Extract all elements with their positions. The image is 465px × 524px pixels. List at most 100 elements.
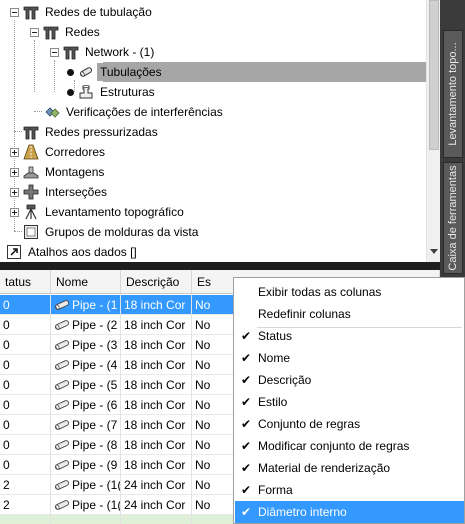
cell-name[interactable]: Pipe - (8 (51, 435, 121, 455)
cell-description[interactable]: 18 inch Cor (121, 455, 192, 475)
cell-name[interactable]: Pipe - (1( (51, 495, 121, 515)
scroll-down-arrow-icon[interactable] (430, 249, 438, 254)
column-header-descricao[interactable]: Descrição (121, 270, 192, 294)
tab-label: Levantamento topo... (447, 42, 459, 146)
menu-item-column-toggle[interactable]: ✔ Status (235, 325, 464, 347)
cell-status[interactable]: 0 (0, 295, 51, 315)
menu-item-label: Status (258, 329, 293, 343)
collapse-toggle[interactable] (10, 7, 19, 17)
tree-item-montagens[interactable]: Montagens (10, 162, 107, 182)
cell-description[interactable]: 24 inch Cor (121, 475, 192, 495)
menu-item-column-toggle[interactable]: ✔ Diâmetro interno (235, 501, 464, 523)
cell-name[interactable]: Pipe - (1 (51, 295, 121, 315)
cell-status[interactable]: 0 (0, 375, 51, 395)
cell-name[interactable]: Pipe - (7 (51, 415, 121, 435)
cell-description[interactable]: 18 inch Cor (121, 375, 192, 395)
pipe-icon (54, 460, 70, 470)
tree-item-label: Levantamento topográfico (45, 205, 184, 219)
cell-text: 18 inch Cor (124, 298, 186, 312)
cell-name[interactable]: Pipe - (9 (51, 455, 121, 475)
tree-item-label: Tubulações (97, 63, 165, 81)
checkmark-icon: ✔ (241, 483, 252, 497)
panel-splitter[interactable] (0, 262, 440, 270)
cell-text: No (195, 478, 211, 492)
collapse-toggle[interactable] (30, 27, 39, 37)
cell-status[interactable]: 2 (0, 495, 51, 515)
cell-status[interactable]: 0 (0, 315, 51, 335)
column-header-nome[interactable]: Nome (51, 270, 121, 294)
data-shortcuts-icon (7, 245, 21, 259)
cell-text: 18 inch Cor (124, 358, 186, 372)
cell-status[interactable]: 0 (0, 415, 51, 435)
column-header-status[interactable]: tatus (0, 270, 51, 294)
tree-item-grupos-de-molduras-da-vista[interactable]: Grupos de molduras da vista (23, 222, 201, 242)
cell-status[interactable]: 0 (0, 435, 51, 455)
cell-text: No (195, 318, 211, 332)
tree-vertical-scrollbar[interactable] (426, 0, 440, 262)
cell-description[interactable]: 18 inch Cor (121, 415, 192, 435)
cell-text: Pipe - (4 (72, 358, 118, 372)
cell-text: 2 (3, 478, 10, 492)
cell-status[interactable]: 0 (0, 335, 51, 355)
cell-description[interactable]: 18 inch Cor (121, 295, 192, 315)
cell-description[interactable]: 18 inch Cor (121, 395, 192, 415)
menu-item-exibir-todas-as-colunas[interactable]: Exibir todas as colunas (235, 281, 464, 303)
cell-name[interactable]: Pipe - (4 (51, 355, 121, 375)
tree-item-estruturas[interactable]: Estruturas (64, 82, 158, 102)
tree-item-verificacoes-de-interferencias[interactable]: Verificações de interferências (44, 102, 226, 122)
column-context-menu: Exibir todas as colunas Redefinir coluna… (233, 277, 465, 524)
cell-text: No (195, 418, 211, 432)
menu-item-column-toggle[interactable]: ✔ Nome (235, 347, 464, 369)
tree-item-network-1[interactable]: Network - (1) (50, 42, 157, 62)
cell-text: 18 inch Cor (124, 338, 186, 352)
pipe-icon (54, 320, 70, 330)
expand-toggle[interactable] (10, 167, 19, 177)
tree-item-label: Network - (1) (85, 45, 155, 59)
cell-text: 18 inch Cor (124, 458, 186, 472)
cell-name[interactable]: Pipe - (1( (51, 475, 121, 495)
tree-item-intersecoes[interactable]: Interseções (10, 182, 110, 202)
menu-item-column-toggle[interactable]: ✔ Modificar conjunto de regras (235, 435, 464, 457)
cell-text: 18 inch Cor (124, 418, 186, 432)
expand-toggle[interactable] (10, 207, 19, 217)
cell-name[interactable]: Pipe - (5 (51, 375, 121, 395)
tab-levantamento-topografico[interactable]: Levantamento topo... (443, 30, 463, 158)
cell-text: Pipe - (6 (72, 398, 118, 412)
menu-item-column-toggle[interactable]: ✔ Forma (235, 479, 464, 501)
cell-status[interactable]: 0 (0, 395, 51, 415)
tab-caixa-de-ferramentas[interactable]: Caixa de ferramentas (443, 162, 463, 274)
expand-toggle[interactable] (10, 147, 19, 157)
cell-status[interactable]: 0 (0, 455, 51, 475)
cell-status[interactable]: 0 (0, 355, 51, 375)
menu-item-label: Exibir todas as colunas (258, 285, 382, 299)
menu-item-redefinir-colunas[interactable]: Redefinir colunas (235, 303, 464, 325)
menu-item-label: Material de renderização (258, 461, 391, 475)
pipe-icon (79, 67, 93, 77)
cell-name[interactable]: Pipe - (3 (51, 335, 121, 355)
tree-item-redes[interactable]: Redes (30, 22, 103, 42)
menu-item-column-toggle[interactable]: ✔ Descrição (235, 369, 464, 391)
menu-item-column-toggle[interactable]: ✔ Material de renderização (235, 457, 464, 479)
menu-item-column-toggle[interactable]: ✔ Estilo (235, 391, 464, 413)
cell-description[interactable]: 24 inch Cor (121, 495, 192, 515)
tree-item-label: Interseções (45, 185, 108, 199)
cell-description[interactable]: 18 inch Cor (121, 435, 192, 455)
tree-item-atalhos-aos-dados[interactable]: Atalhos aos dados [] (6, 242, 140, 262)
tree-item-redes-de-tubulacao[interactable]: Redes de tubulação (10, 2, 155, 22)
cell-description[interactable]: 18 inch Cor (121, 335, 192, 355)
cell-status[interactable]: 2 (0, 475, 51, 495)
tree-item-levantamento-topografico[interactable]: Levantamento topográfico (10, 202, 187, 222)
expand-toggle[interactable] (10, 187, 19, 197)
scrollbar-thumb[interactable] (429, 0, 439, 150)
tree-item-tubulacoes[interactable]: Tubulações (64, 62, 165, 82)
cell-name[interactable]: Pipe - (2 (51, 315, 121, 335)
cell-text: 0 (3, 318, 10, 332)
collapse-toggle[interactable] (50, 47, 59, 57)
tree-item-redes-pressurizadas[interactable]: Redes pressurizadas (23, 122, 161, 142)
cell-description[interactable]: 18 inch Cor (121, 315, 192, 335)
cell-description[interactable]: 18 inch Cor (121, 355, 192, 375)
cell-name[interactable]: Pipe - (6 (51, 395, 121, 415)
structure-icon (79, 85, 93, 99)
tree-item-corredores[interactable]: Corredores (10, 142, 108, 162)
menu-item-column-toggle[interactable]: ✔ Conjunto de regras (235, 413, 464, 435)
